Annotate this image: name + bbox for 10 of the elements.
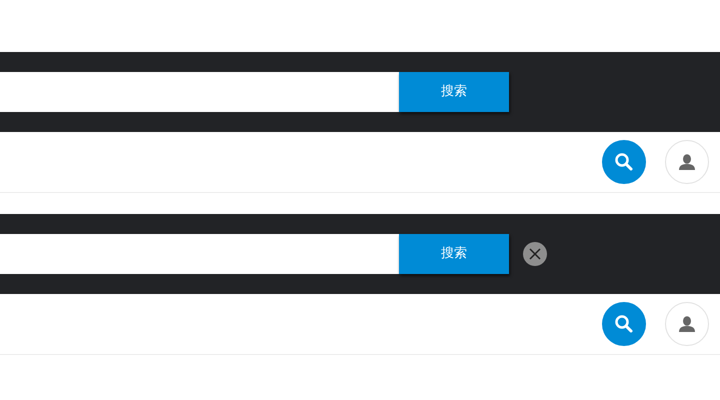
search-icon[interactable]	[602, 140, 646, 184]
search-field[interactable]	[0, 234, 399, 274]
search-icon[interactable]	[602, 302, 646, 346]
close-button[interactable]	[523, 242, 547, 266]
search-button[interactable]: 搜索	[399, 234, 509, 274]
search-button[interactable]: 搜索	[399, 72, 509, 112]
search-field[interactable]	[0, 72, 399, 112]
user-icon[interactable]	[665, 302, 709, 346]
close-icon	[528, 247, 542, 261]
user-icon[interactable]	[665, 140, 709, 184]
